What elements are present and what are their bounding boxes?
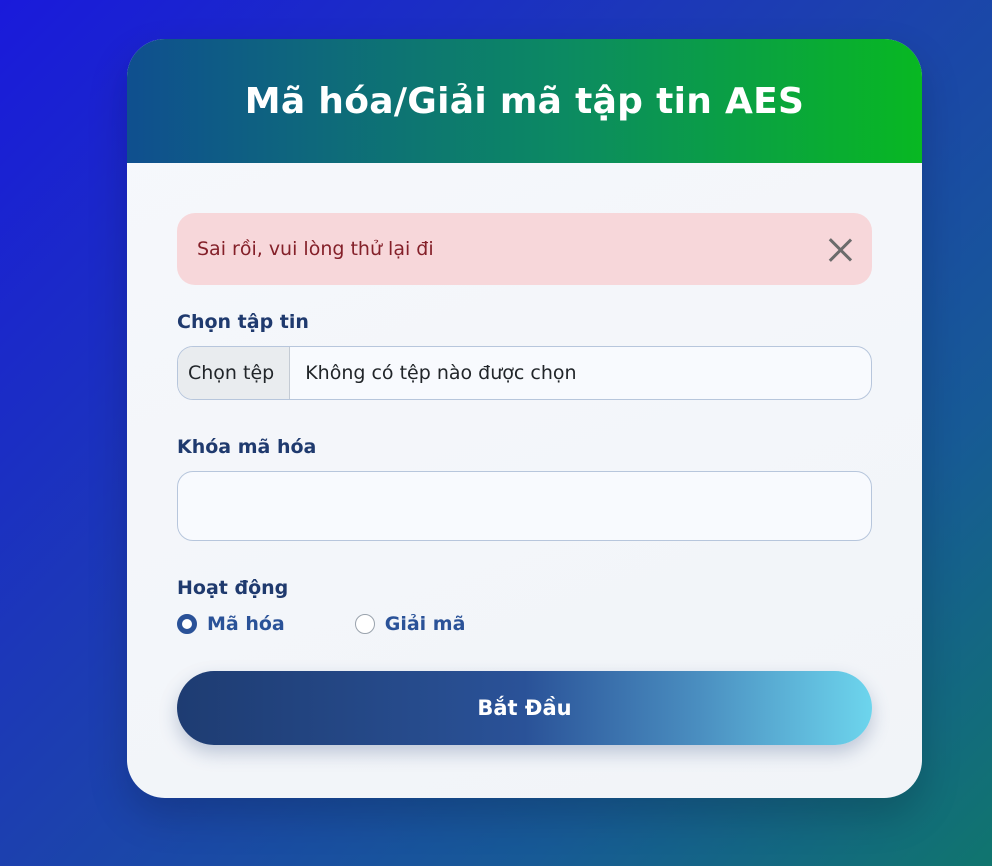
operation-label: Hoạt động <box>177 577 289 599</box>
radio-decrypt[interactable]: Giải mã <box>354 613 466 635</box>
radio-decrypt-circle[interactable] <box>354 614 375 634</box>
alert-message: Sai rồi, vui lòng thử lại đi <box>197 238 434 260</box>
choose-file-button[interactable]: Chọn tệp <box>178 347 291 399</box>
radio-decrypt-label[interactable]: Giải mã <box>385 613 466 635</box>
card-header: Mã hóa/Giải mã tập tin AES <box>127 39 922 163</box>
card-body: Sai rồi, vui lòng thử lại đi Chọn tập ti… <box>127 163 922 745</box>
key-input[interactable] <box>177 471 872 541</box>
file-field-label: Chọn tập tin <box>177 311 309 333</box>
file-input[interactable]: Chọn tệp Không có tệp nào được chọn <box>177 346 872 400</box>
operation-radio-group: Mã hóa Giải mã <box>177 613 872 635</box>
form-card: Mã hóa/Giải mã tập tin AES Sai rồi, vui … <box>127 39 922 798</box>
start-button[interactable]: Bắt Đầu <box>177 671 872 745</box>
radio-encrypt-circle[interactable] <box>177 614 197 634</box>
close-icon[interactable] <box>826 235 854 263</box>
error-alert: Sai rồi, vui lòng thử lại đi <box>177 213 872 285</box>
radio-encrypt[interactable]: Mã hóa <box>177 613 285 635</box>
file-status-text: Không có tệp nào được chọn <box>305 362 577 384</box>
radio-encrypt-label[interactable]: Mã hóa <box>207 613 285 635</box>
key-field-label: Khóa mã hóa <box>177 436 317 458</box>
page-title: Mã hóa/Giải mã tập tin AES <box>244 80 805 122</box>
